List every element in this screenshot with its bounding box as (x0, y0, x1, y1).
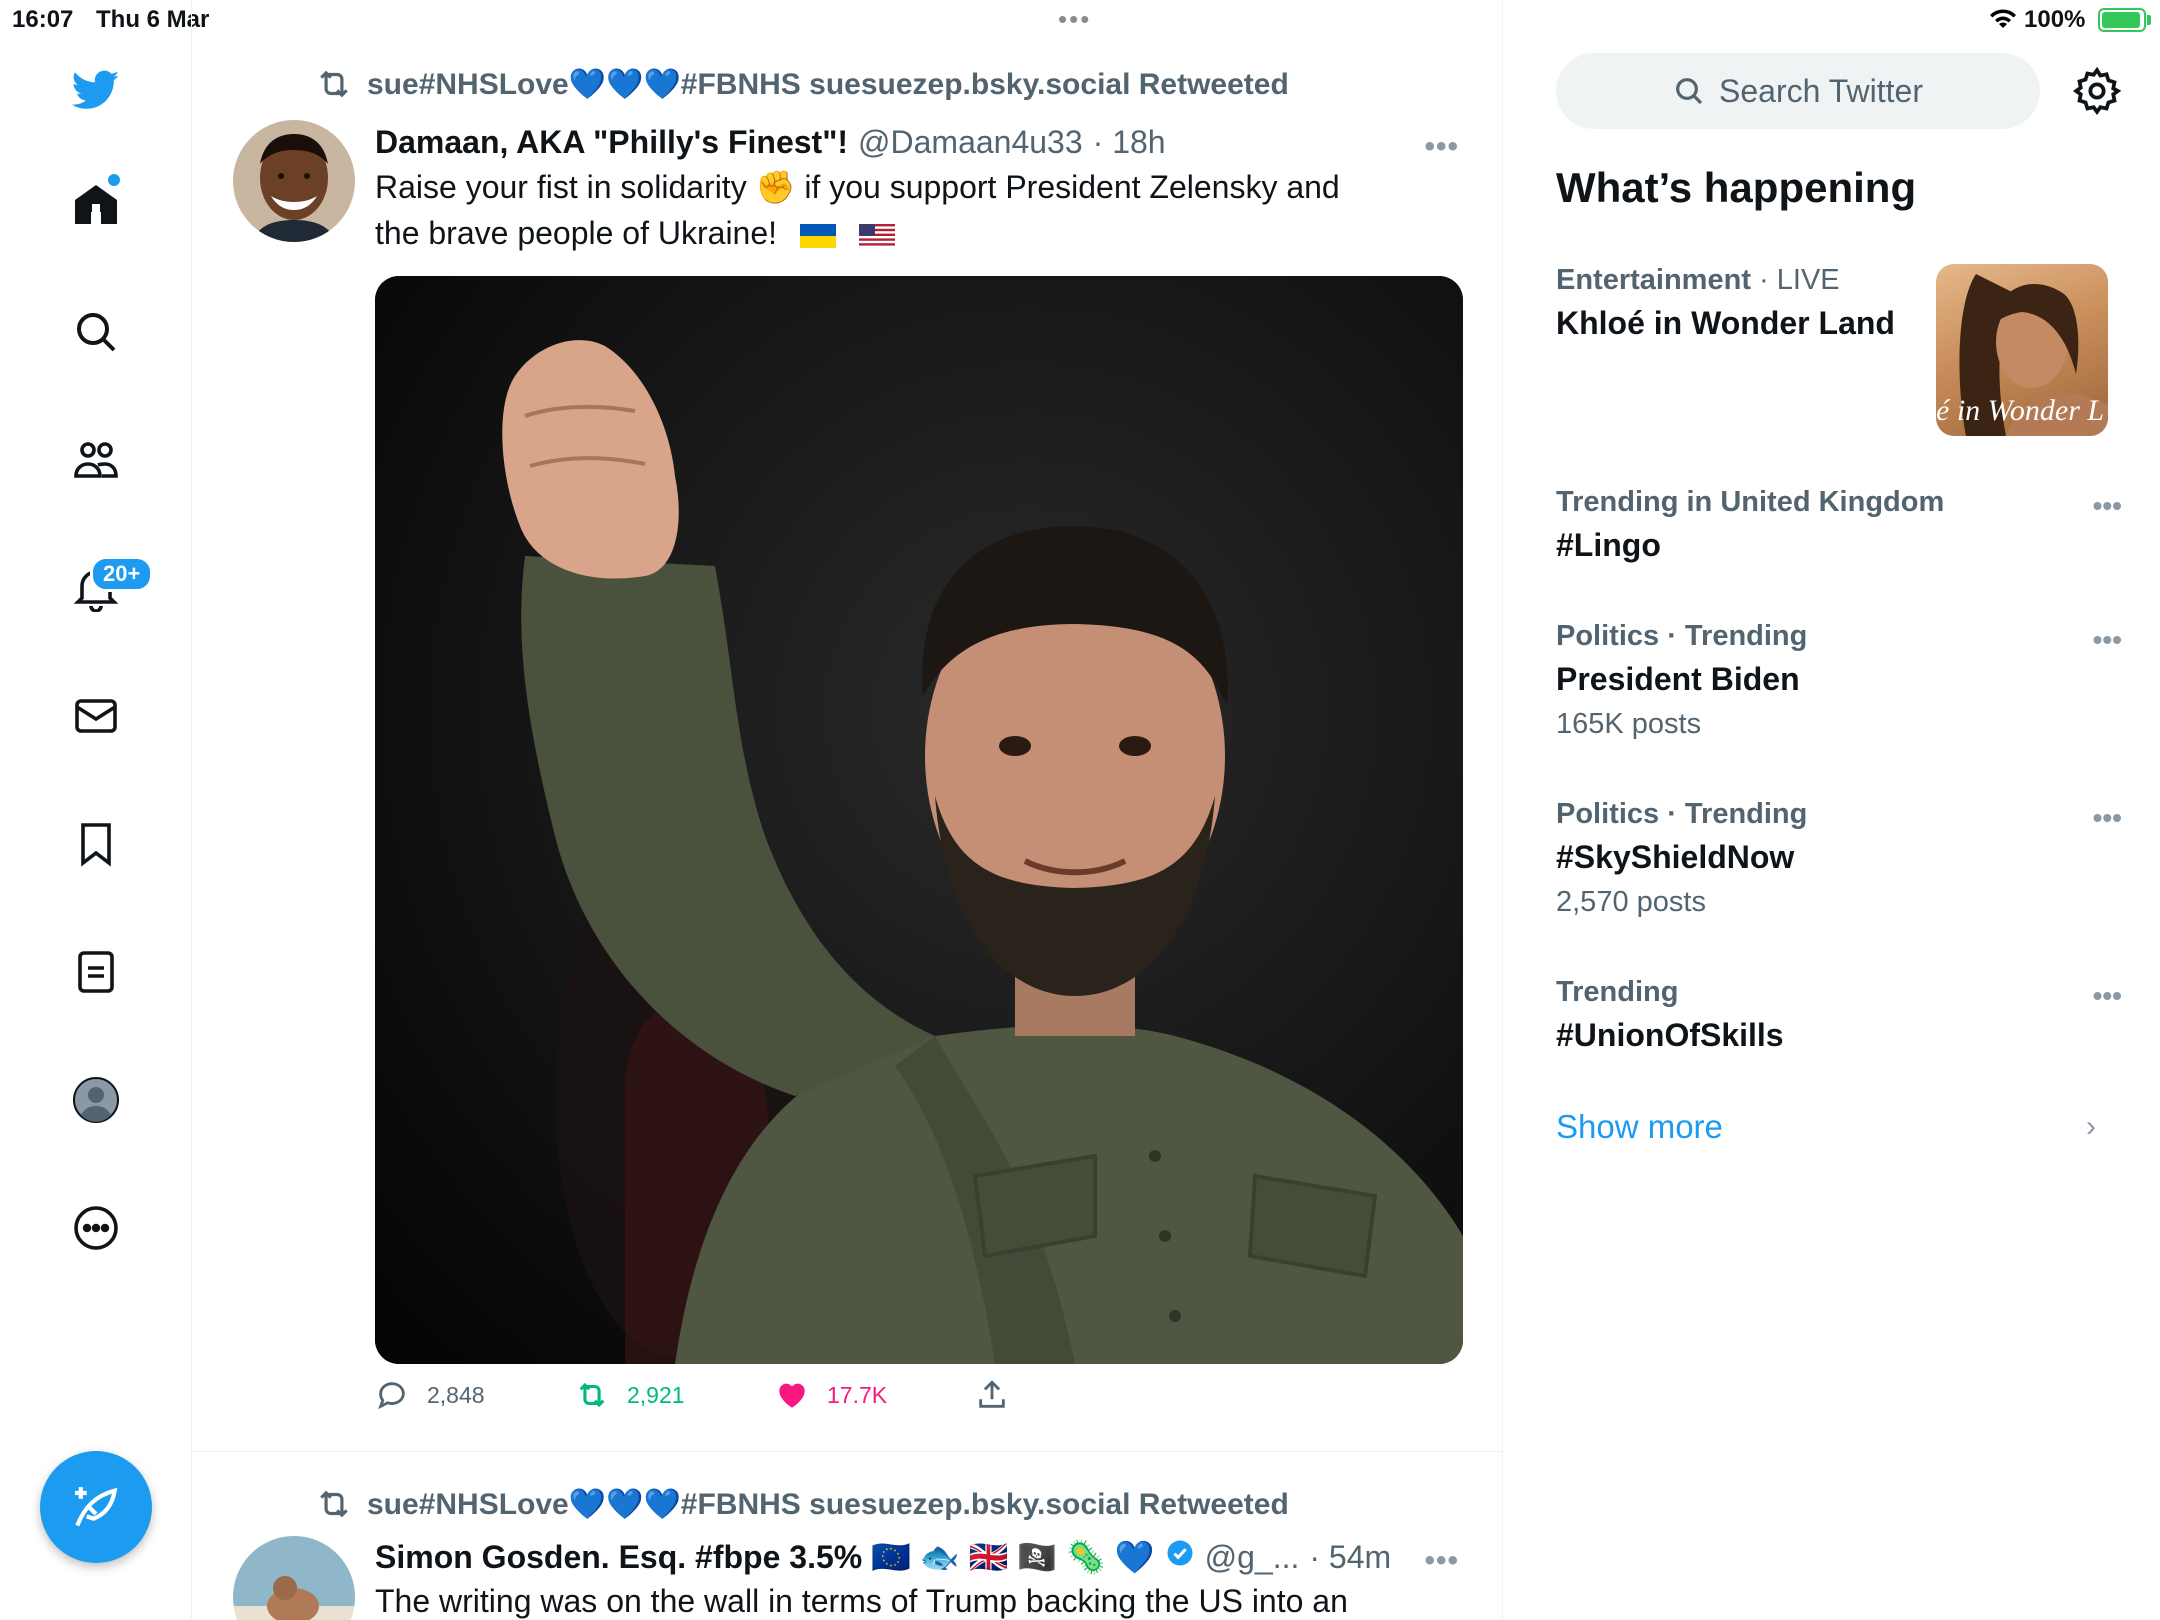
share-button[interactable] (975, 1378, 1009, 1412)
search-input[interactable]: Search Twitter (1556, 53, 2040, 129)
tweet-more-button[interactable]: ••• (1424, 1544, 1459, 1578)
share-icon (979, 1380, 1005, 1408)
retweet-context[interactable]: sue#NHSLove💙💙💙#FBNHS suesuezep.bsky.soci… (315, 66, 1289, 102)
search-icon[interactable] (66, 302, 126, 362)
trend-thumbnail[interactable]: é in Wonder L (1936, 264, 2108, 436)
like-button[interactable]: 17.7K (775, 1378, 887, 1412)
trend-category: Trending (1556, 976, 1679, 1008)
retweet-context[interactable]: sue#NHSLove💙💙💙#FBNHS suesuezep.bsky.soci… (315, 1486, 1289, 1522)
trend-title: #SkyShieldNow (1556, 839, 1795, 875)
chevron-right-icon[interactable]: › (2086, 1110, 2096, 1144)
home-unread-dot (108, 174, 120, 186)
author-name[interactable]: Simon Gosden. Esq. #fbpe 3.5% 🇪🇺 🐟 🇬🇧 🏴‍… (375, 1538, 1155, 1576)
retweet-button[interactable]: 2,921 (575, 1378, 685, 1412)
retweet-icon (579, 1382, 605, 1408)
usa-flag-icon (858, 223, 895, 248)
reply-icon (378, 1382, 405, 1410)
trend-more-button[interactable]: ••• (2093, 802, 2122, 834)
lists-icon[interactable] (66, 942, 126, 1002)
show-more-link[interactable]: Show more (1556, 1108, 1723, 1146)
trend-category: Politics · Trending (1556, 620, 1808, 652)
tweet-time[interactable]: · 18h (1093, 124, 1166, 161)
tweet-actions: 2,848 2,921 17.7K (375, 1378, 1275, 1422)
trend-more-button[interactable]: ••• (2093, 490, 2122, 522)
retweet-icon (320, 1490, 348, 1518)
zelensky-photo (375, 276, 1463, 1364)
author-handle[interactable]: @g_... (1205, 1539, 1300, 1576)
tweet-text: Raise your fist in solidarity ✊ if you s… (375, 164, 1435, 256)
sidebar-right: Search Twitter What’s happening Entertai… (1504, 0, 2160, 1620)
retweeted-by-label: sue#NHSLove💙💙💙#FBNHS suesuezep.bsky.soci… (367, 67, 1289, 101)
avatar[interactable] (233, 120, 355, 242)
author-handle[interactable]: @Damaan4u33 (858, 124, 1083, 161)
settings-gear-icon[interactable] (2072, 66, 2122, 116)
reply-button[interactable]: 2,848 (375, 1378, 485, 1412)
tweet-text-line: the brave people of Ukraine! (375, 210, 1435, 256)
trend-item[interactable]: Politics · Trending President Biden 165K… (1556, 620, 2116, 741)
ukraine-flag-icon (799, 223, 836, 248)
trend-item[interactable]: Trending in United Kingdom #Lingo (1556, 486, 2116, 564)
bookmarks-icon[interactable] (66, 814, 126, 874)
tweet-time[interactable]: · 54m (1309, 1539, 1391, 1576)
tweet-text-line: The writing was on the wall in terms of … (375, 1583, 1348, 1619)
trend-more-button[interactable]: ••• (2093, 980, 2122, 1012)
tweet-header: Simon Gosden. Esq. #fbpe 3.5% 🇪🇺 🐟 🇬🇧 🏴‍… (375, 1538, 1391, 1576)
author-name[interactable]: Damaan, AKA "Philly's Finest"! (375, 124, 848, 161)
trend-post-count: 165K posts (1556, 708, 1702, 740)
thumb-caption: é in Wonder L (1936, 394, 2104, 427)
trend-title: #Lingo (1556, 527, 1661, 563)
twitter-bird-icon[interactable] (66, 60, 126, 120)
notifications-badge: 20+ (90, 556, 154, 592)
profile-icon[interactable] (66, 1070, 126, 1130)
retweeted-by-label: sue#NHSLove💙💙💙#FBNHS suesuezep.bsky.soci… (367, 1487, 1289, 1521)
trend-category: Trending in United Kingdom (1556, 486, 1945, 518)
retweet-count: 2,921 (627, 1381, 685, 1408)
more-icon[interactable] (66, 1198, 126, 1258)
timeline[interactable]: sue#NHSLove💙💙💙#FBNHS suesuezep.bsky.soci… (193, 0, 1503, 1620)
avatar[interactable] (233, 1536, 355, 1620)
trend-item[interactable]: Politics · Trending #SkyShieldNow 2,570 … (1556, 798, 2116, 919)
tweet-text-line: Raise your fist in solidarity ✊ if you s… (375, 169, 1340, 205)
retweet-icon (320, 70, 348, 98)
trend-title: #UnionOfSkills (1556, 1017, 1784, 1053)
like-count: 17.7K (827, 1381, 888, 1408)
tweet[interactable]: sue#NHSLove💙💙💙#FBNHS suesuezep.bsky.soci… (193, 1480, 1502, 1620)
messages-icon[interactable] (66, 686, 126, 746)
search-placeholder: Search Twitter (1719, 72, 1923, 109)
trend-post-count: 2,570 posts (1556, 886, 1706, 918)
left-navigation: 20+ (0, 0, 192, 1620)
communities-icon[interactable] (66, 430, 126, 490)
compose-feather-icon (75, 1487, 118, 1527)
compose-tweet-button[interactable] (40, 1451, 152, 1563)
verified-badge-icon (1167, 1540, 1193, 1566)
reply-count: 2,848 (427, 1381, 485, 1408)
trend-category: Politics · Trending (1556, 798, 1808, 830)
tweet[interactable]: sue#NHSLove💙💙💙#FBNHS suesuezep.bsky.soci… (193, 60, 1502, 1452)
trend-title: President Biden (1556, 661, 1800, 697)
search-icon (1676, 78, 1703, 105)
heart-icon (779, 1383, 805, 1408)
trend-more-button[interactable]: ••• (2093, 624, 2122, 656)
tweet-more-button[interactable]: ••• (1424, 130, 1459, 164)
trend-item[interactable]: Trending #UnionOfSkills (1556, 976, 2116, 1054)
tweet-text: The writing was on the wall in terms of … (375, 1578, 1435, 1620)
whats-happening-title: What’s happening (1556, 164, 1917, 211)
tweet-header: Damaan, AKA "Philly's Finest"! @Damaan4u… (375, 124, 1166, 161)
tweet-photo[interactable] (375, 276, 1463, 1364)
